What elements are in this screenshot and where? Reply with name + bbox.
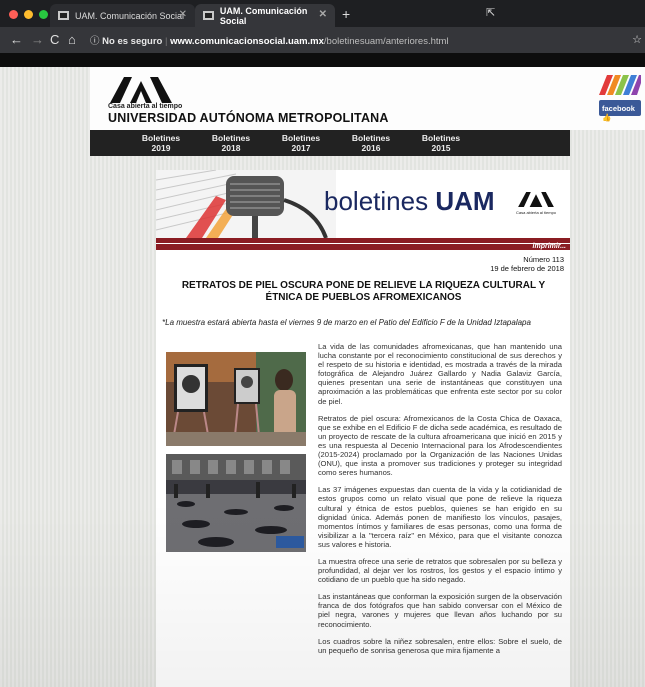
web-page: Casa abierta al tiempo UNIVERSIDAD AUTÓN… — [0, 67, 645, 687]
home-icon[interactable]: ⌂ — [68, 32, 76, 47]
nav-item-year: 2017 — [291, 143, 311, 153]
url-domain: www.comunicacionsocial.uam.mx — [170, 36, 324, 47]
article-paragraph: Las instantáneas que conforman la exposi… — [318, 592, 562, 629]
nav-item-year: 2015 — [431, 143, 451, 153]
nav-item-label: Boletines — [351, 133, 391, 143]
nav-item-label: Boletines — [211, 133, 251, 143]
article-title: RETRATOS DE PIEL OSCURA PONE DE RELIEVE … — [181, 280, 546, 303]
print-link[interactable]: imprimir... — [533, 243, 566, 250]
microphone-illustration — [156, 170, 336, 238]
bookmark-star-icon[interactable]: ☆ — [632, 33, 642, 46]
mouse-cursor-icon: ⇱ — [486, 7, 496, 19]
article-paragraph: Retratos de piel oscura: Afromexicanos d… — [318, 413, 562, 478]
university-name: UNIVERSIDAD AUTÓNOMA METROPOLITANA — [108, 111, 389, 125]
banner-tagline: Casa abierta al tiempo — [516, 210, 557, 215]
facebook-label: facebook — [602, 104, 635, 113]
nav-boletines-2016[interactable]: Boletines 2016 — [336, 130, 406, 156]
window-controls[interactable] — [9, 10, 48, 19]
uam-favicon-icon — [58, 11, 69, 20]
url-field[interactable]: ⓘ No es seguro | www.comunicacionsocial.… — [90, 33, 449, 47]
bulletin-number-date: Número 113 19 de febrero de 2018 — [490, 255, 564, 273]
nav-item-label: Boletines — [141, 133, 181, 143]
bulletin-date: 19 de febrero de 2018 — [490, 264, 564, 273]
reload-icon[interactable]: C — [50, 32, 59, 47]
nav-boletines-2015[interactable]: Boletines 2015 — [406, 130, 476, 156]
exhibition-photo-portraits — [166, 352, 306, 446]
nav-boletines-2019[interactable]: Boletines 2019 — [126, 130, 196, 156]
exhibition-photo-hall — [166, 454, 306, 552]
security-label: No es seguro — [102, 36, 163, 47]
article-body: La vida de las comunidades afromexicanas… — [318, 342, 562, 663]
close-window-icon[interactable] — [9, 10, 18, 19]
nav-item-label: Boletines — [421, 133, 461, 143]
thumbs-up-icon: 👍 — [602, 113, 612, 122]
new-tab-button[interactable]: + — [342, 6, 350, 22]
article-paragraph: La muestra ofrece una serie de retratos … — [318, 556, 562, 585]
tab-title: UAM. Comunicación Social — [75, 10, 185, 21]
nav-boletines-2018[interactable]: Boletines 2018 — [196, 130, 266, 156]
forward-arrow-icon[interactable]: → — [31, 32, 44, 47]
article-subtitle: *La muestra estará abierta hasta el vier… — [162, 318, 531, 327]
facebook-like-button[interactable]: facebook 👍 — [599, 100, 641, 122]
nav-item-year: 2018 — [221, 143, 241, 153]
uam-tagline: Casa abierta al tiempo — [108, 103, 183, 110]
close-tab-icon[interactable]: ✕ — [319, 9, 327, 20]
print-bar: imprimir... — [156, 243, 570, 250]
banner-word-1: boletines — [324, 186, 429, 216]
article-paragraph: La vida de las comunidades afromexicanas… — [318, 342, 562, 406]
minimize-window-icon[interactable] — [24, 10, 33, 19]
bulletin-banner: boletines UAM Casa abierta al tiempo — [156, 170, 570, 238]
address-bar: ← → C ⌂ ⓘ No es seguro | www.comunicacio… — [0, 27, 645, 53]
uam-logo-small-icon — [518, 192, 554, 207]
article-paragraph: Los cuadros sobre la niñez sobresalen, e… — [318, 636, 562, 655]
banner-word-2: UAM — [435, 186, 495, 216]
nav-item-year: 2016 — [361, 143, 381, 153]
nav-item-year: 2019 — [151, 143, 171, 153]
article-paragraph: Las 37 imágenes expuestas dan cuenta de … — [318, 485, 562, 549]
color-stripes-logo-icon[interactable] — [599, 75, 641, 95]
site-header: Casa abierta al tiempo UNIVERSIDAD AUTÓN… — [90, 67, 645, 130]
banner-title: boletines UAM — [324, 186, 495, 217]
nav-boletines-2017[interactable]: Boletines 2017 — [266, 130, 336, 156]
info-icon[interactable]: ⓘ — [90, 36, 100, 47]
bulletin-number: Número 113 — [523, 255, 564, 264]
browser-tab-1[interactable]: UAM. Comunicación Social ✕ — [50, 4, 195, 27]
close-tab-icon[interactable]: ✕ — [179, 9, 187, 20]
back-arrow-icon[interactable]: ← — [10, 32, 23, 47]
maximize-window-icon[interactable] — [39, 10, 48, 19]
browser-tab-bar: UAM. Comunicación Social ✕ UAM. Comunica… — [0, 0, 645, 27]
uam-favicon-icon — [203, 11, 214, 20]
url-path: /boletinesuam/anteriores.html — [323, 36, 449, 47]
year-nav-bar: Boletines 2019 Boletines 2018 Boletines … — [90, 130, 570, 156]
browser-frame-edge — [0, 53, 645, 67]
bulletin-document: boletines UAM Casa abierta al tiempo imp… — [156, 170, 570, 687]
browser-tab-2[interactable]: UAM. Comunicación Social ✕ — [195, 4, 335, 27]
uam-logo-icon[interactable] — [110, 77, 172, 103]
nav-item-label: Boletines — [281, 133, 321, 143]
